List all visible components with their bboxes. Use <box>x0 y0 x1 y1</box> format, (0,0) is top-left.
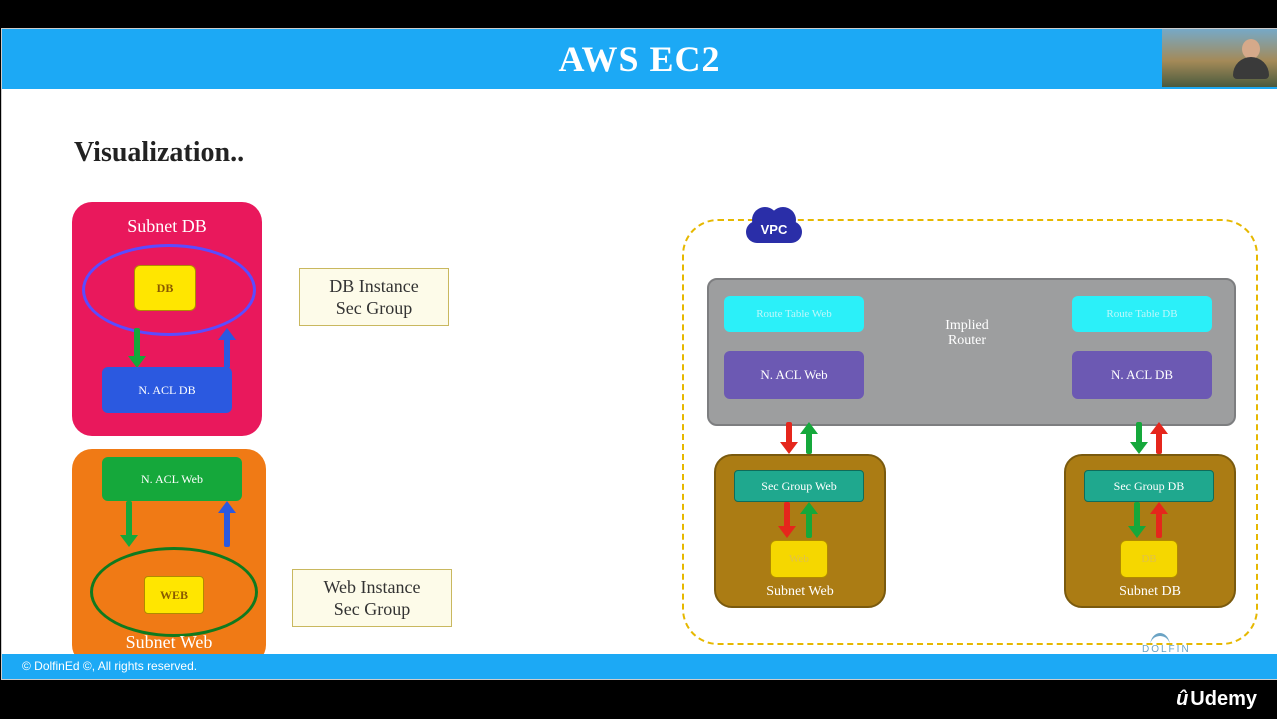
presenter-silhouette <box>1233 37 1269 79</box>
subnet-db-pane: Subnet DB DB N. ACL DB <box>72 202 262 436</box>
copyright-text: © DolfinEd ©, All rights reserved. <box>22 659 197 673</box>
arrow-down-green-icon <box>122 501 136 547</box>
slide: AWS EC2 Visualization.. Subnet DB DB N. … <box>1 28 1277 680</box>
vpc-icon: VPC <box>746 203 802 243</box>
arrow-up-blue-icon <box>220 501 234 547</box>
subnet-db-right: Sec Group DB DB Subnet DB <box>1064 454 1236 608</box>
db-sec-group-label: DB Instance Sec Group <box>299 268 449 326</box>
slide-title: AWS EC2 <box>558 39 720 79</box>
title-bar: AWS EC2 <box>2 29 1277 89</box>
subnet-db-right-title: Subnet DB <box>1066 584 1234 600</box>
player-brand-strip: ûUdemy <box>0 679 1277 719</box>
arrow-up-green-icon <box>802 502 816 538</box>
web-sec-group-label: Web Instance Sec Group <box>292 569 452 627</box>
arrow-down-green-icon <box>130 328 144 368</box>
webcam-overlay <box>1162 29 1277 87</box>
nacl-db-right-box: N. ACL DB <box>1072 351 1212 399</box>
subnet-web-pane: N. ACL Web WEB Subnet Web <box>72 449 266 665</box>
db-instance-right: DB <box>1120 540 1178 578</box>
arrow-down-red-icon <box>780 502 794 538</box>
arrow-down-green-icon <box>1132 422 1146 454</box>
nacl-web-box: N. ACL Web <box>102 457 242 501</box>
subnet-db-title: Subnet DB <box>72 216 262 237</box>
arrow-down-red-icon <box>782 422 796 454</box>
section-heading: Visualization.. <box>74 137 244 169</box>
db-instance-box: DB <box>134 265 196 311</box>
udemy-logo: ûUdemy <box>1176 688 1257 711</box>
arrow-up-blue-icon <box>220 328 234 368</box>
sec-group-db-box: Sec Group DB <box>1084 470 1214 502</box>
arrow-up-red-icon <box>1152 422 1166 454</box>
web-instance-box: WEB <box>144 576 204 614</box>
subnet-web-title: Subnet Web <box>72 632 266 653</box>
nacl-web-right-box: N. ACL Web <box>724 351 864 399</box>
footer-bar: © DolfinEd ©, All rights reserved. <box>2 654 1277 679</box>
arrow-down-green-icon <box>1130 502 1144 538</box>
route-table-db-box: Route Table DB <box>1072 296 1212 332</box>
implied-router-label: Implied Router <box>912 318 1022 349</box>
route-table-web-box: Route Table Web <box>724 296 864 332</box>
arrow-up-green-icon <box>802 422 816 454</box>
arrow-up-red-icon <box>1152 502 1166 538</box>
subnet-web-right: Sec Group Web Web Subnet Web <box>714 454 886 608</box>
vpc-label: VPC <box>746 222 802 237</box>
sec-group-web-box: Sec Group Web <box>734 470 864 502</box>
web-instance-right: Web <box>770 540 828 578</box>
subnet-web-right-title: Subnet Web <box>716 584 884 600</box>
nacl-db-box: N. ACL DB <box>102 367 232 413</box>
